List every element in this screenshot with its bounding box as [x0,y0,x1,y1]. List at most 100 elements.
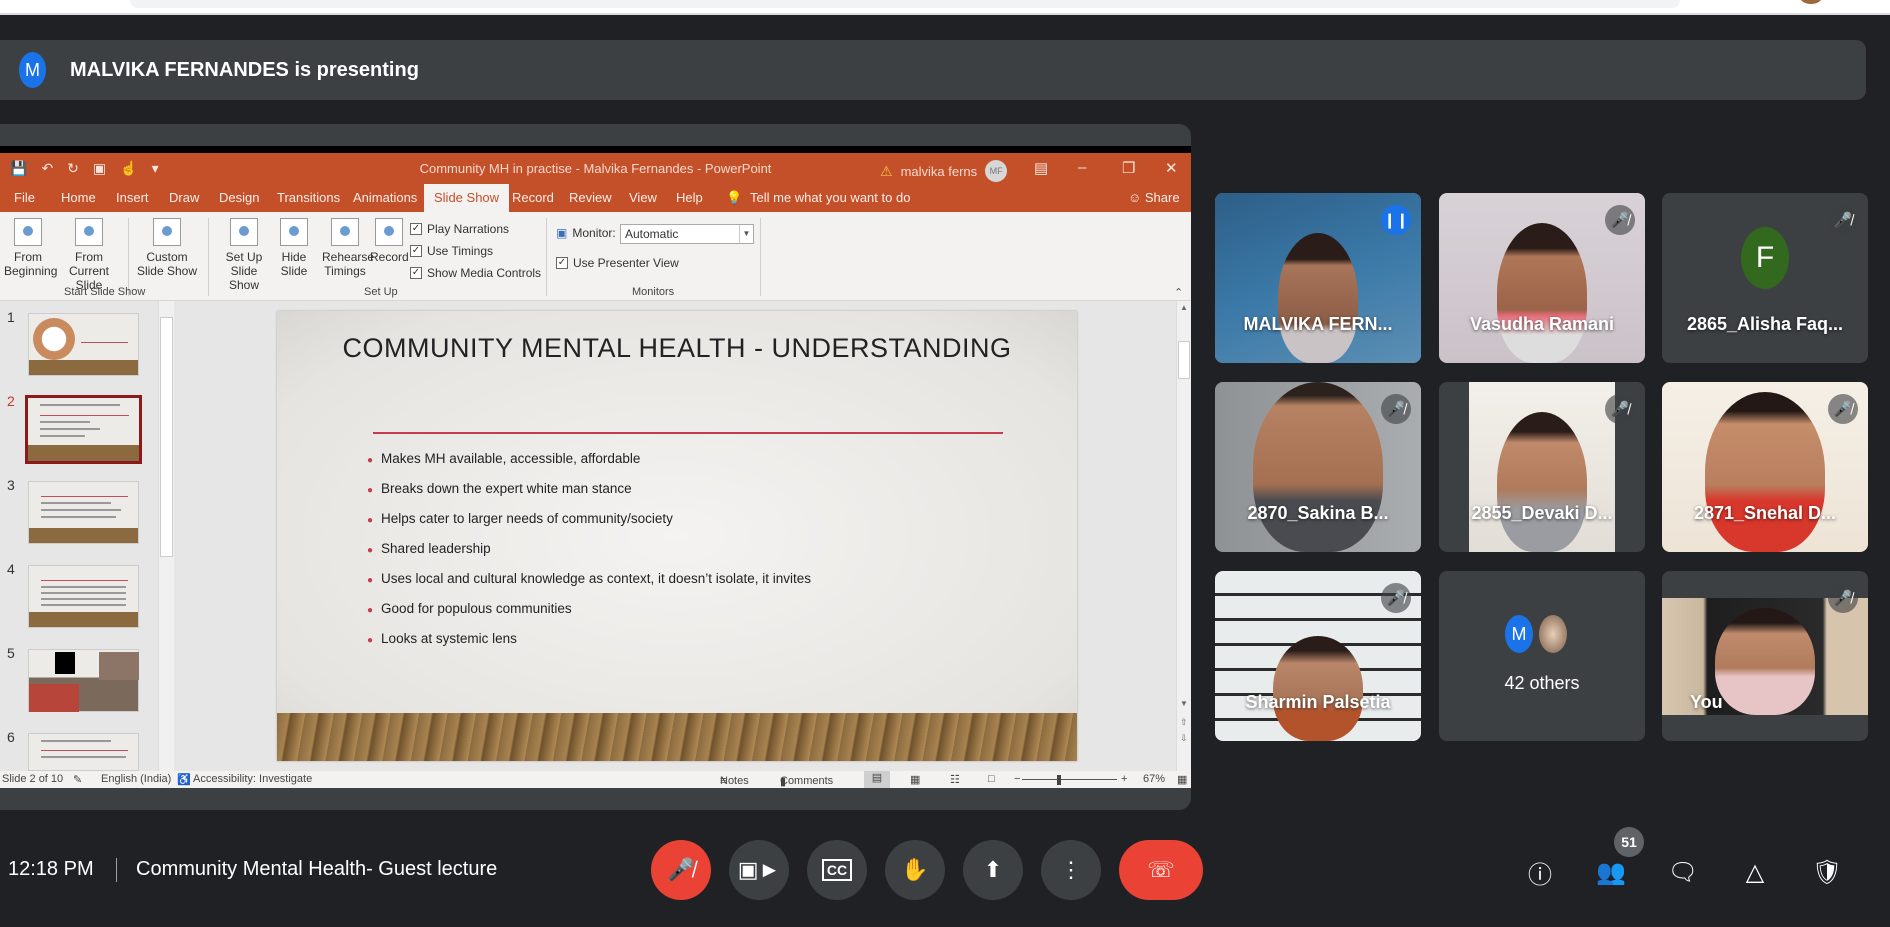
tab-slide-show[interactable]: Slide Show [424,184,510,212]
zoom-in-icon[interactable]: + [1121,773,1127,785]
spellcheck-icon[interactable]: ✎ [73,773,82,786]
minimize-icon[interactable]: – [1078,159,1086,176]
raise-hand-button[interactable]: ✋ [885,840,945,900]
participant-tile[interactable]: F 🎤̸ 2865_Alisha Faq... [1662,193,1868,363]
tab-home[interactable]: Home [61,190,96,205]
fit-to-window-icon[interactable]: ▦ [1177,773,1187,786]
tell-me-search[interactable]: Tell me what you want to do [750,190,910,205]
tab-view[interactable]: View [629,190,657,205]
slide-thumbnail[interactable] [28,733,139,771]
from-current-slide-button[interactable]: From Current Slide [54,218,124,292]
zoom-slider-handle[interactable] [1057,775,1061,785]
thumb-number: 5 [7,645,15,661]
video-camera-icon: ▣► [737,857,781,882]
camera-toggle-button[interactable]: ▣► [729,840,789,900]
others-tile[interactable]: M 42 others [1439,571,1645,741]
user-account[interactable]: ⚠ malvika ferns MF [880,160,1008,182]
mic-off-icon: 🎤̸ [1605,394,1635,424]
bullet-item: ● Helps cater to larger needs of communit… [367,504,811,534]
warning-icon: ⚠ [880,162,893,179]
self-tile[interactable]: 🎤̸ You [1662,571,1868,741]
slide-scrollbar[interactable]: ▲ ▼ ⇧ ⇩ [1176,301,1191,771]
use-timings-checkbox[interactable]: ✓ Use Timings [410,244,493,258]
tab-transitions[interactable]: Transitions [277,190,340,205]
slide-thumbnail[interactable] [28,649,139,712]
tab-insert[interactable]: Insert [116,190,149,205]
leave-call-button[interactable]: ☏ [1119,840,1203,900]
normal-view-icon[interactable]: ▤ [864,771,890,788]
record-button[interactable]: Record [370,218,409,264]
slide-sorter-icon[interactable]: ▦ [910,773,920,786]
participant-tile[interactable]: ❙❙ MALVIKA FERN... [1215,193,1421,363]
shared-screen[interactable]: 💾 ↶ ↻ ▣ ☝ ▾ Community MH in practise - M… [0,124,1191,810]
captions-button[interactable]: CC [807,840,867,900]
custom-slide-show-button[interactable]: Custom Slide Show [132,218,202,278]
previous-slide-icon[interactable]: ⇧ [1180,717,1188,728]
tab-help[interactable]: Help [676,190,703,205]
slide-thumbnail[interactable] [28,313,139,376]
meeting-details-button[interactable]: ⓘ [1522,854,1558,890]
rehearse-label: Rehearse Timings [322,250,375,278]
tab-review[interactable]: Review [569,190,612,205]
thumbnails-scrollbar[interactable] [158,301,174,771]
chat-button[interactable]: 🗨 [1665,854,1701,890]
slide-thumbnail-active[interactable] [25,395,142,464]
participant-tile[interactable]: 🎤̸ 2870_Sakina B... [1215,382,1421,552]
thumb-text [41,509,121,511]
play-narrations-checkbox[interactable]: ✓ Play Narrations [410,222,509,236]
scroll-down-icon[interactable]: ▼ [1180,699,1188,708]
next-slide-icon[interactable]: ⇩ [1180,733,1188,744]
microphone-toggle-button[interactable]: 🎤̸ [651,840,711,900]
tab-design[interactable]: Design [219,190,259,205]
participant-tile[interactable]: 🎤̸ Vasudha Ramani [1439,193,1645,363]
collapse-ribbon-icon[interactable]: ⌃ [1174,286,1183,299]
show-media-controls-label: Show Media Controls [427,266,542,280]
more-options-button[interactable]: ⋮ [1041,840,1101,900]
slide-canvas[interactable]: COMMUNITY MENTAL HEALTH - UNDERSTANDING … [277,311,1077,761]
monitor-select[interactable]: Automatic ▼ [620,224,754,244]
ribbon-display-options-icon[interactable]: ▤ [1034,159,1048,177]
browser-address-field[interactable] [130,0,1680,8]
tab-record[interactable]: Record [512,190,554,205]
tab-animations[interactable]: Animations [353,190,417,205]
scrollbar-handle[interactable] [1178,341,1190,379]
from-beginning-button[interactable]: From Beginning [4,218,57,278]
activities-button[interactable]: △ [1737,854,1773,890]
hand-icon: ✋ [901,857,929,882]
rehearse-timings-button[interactable]: Rehearse Timings [322,218,374,278]
people-button[interactable]: 👥 [1593,854,1629,890]
powerpoint-window: 💾 ↶ ↻ ▣ ☝ ▾ Community MH in practise - M… [0,146,1191,788]
reading-view-icon[interactable]: ☷ [950,773,960,786]
participant-tile[interactable]: 🎤̸ 2855_Devaki D... [1439,382,1645,552]
accessibility-status[interactable]: Accessibility: Investigate [193,773,312,785]
set-up-slide-show-button[interactable]: Set Up Slide Show [214,218,274,292]
close-icon[interactable]: ✕ [1165,159,1178,177]
use-presenter-view-checkbox[interactable]: ✓ Use Presenter View [556,256,679,270]
mic-off-icon: 🎤̸ [1605,205,1635,235]
browser-profile-avatar[interactable] [1800,0,1822,4]
tab-file[interactable]: File [14,190,35,205]
participant-tile[interactable]: 🎤̸ 2871_Snehal D... [1662,382,1868,552]
scrollbar-handle[interactable] [160,317,173,557]
scroll-up-icon[interactable]: ▲ [1180,303,1188,312]
zoom-slider[interactable] [1022,779,1117,780]
host-controls-button[interactable]: 🛡 [1809,854,1845,890]
present-now-button[interactable]: ⬆ [963,840,1023,900]
hide-slide-button[interactable]: Hide Slide [278,218,310,278]
show-media-controls-checkbox[interactable]: ✓ Show Media Controls [410,266,541,280]
restore-icon[interactable]: ❐ [1122,159,1135,177]
zoom-out-icon[interactable]: − [1014,773,1020,785]
language[interactable]: English (India) [101,773,171,785]
slide-title[interactable]: COMMUNITY MENTAL HEALTH - UNDERSTANDING [277,333,1077,364]
participant-video [1469,382,1615,552]
slide-bullet-list[interactable]: ● Makes MH available, accessible, afforda… [367,444,811,654]
participant-tile[interactable]: 🎤̸ Sharmin Palsetia [1215,571,1421,741]
tab-draw[interactable]: Draw [169,190,199,205]
slide-thumbnail[interactable] [28,481,139,544]
accessibility-icon: ♿ [177,774,191,786]
zoom-level[interactable]: 67% [1143,773,1165,785]
slide-thumbnail[interactable] [28,565,139,628]
slideshow-view-icon[interactable]: □ [988,773,995,785]
share-button[interactable]: ☺ Share [1128,190,1180,205]
divider [546,218,547,296]
